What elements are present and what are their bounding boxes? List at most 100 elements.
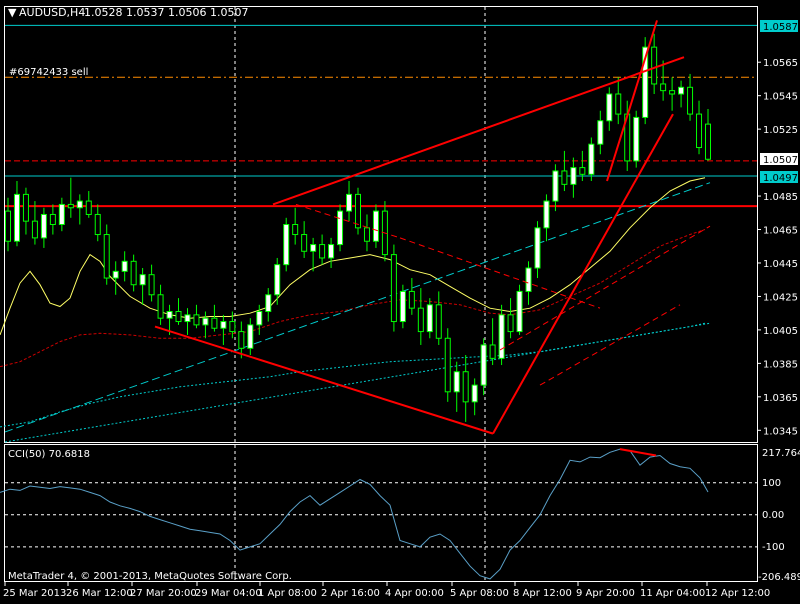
candle-body [238,331,245,349]
time-axis-label: 11 Apr 04:00 [640,588,705,599]
candle-body [67,203,74,209]
time-axis-label: 5 Apr 08:00 [450,588,509,599]
price-axis-label: 1.0465 [763,226,798,237]
candle-body [606,93,613,122]
candle-body [139,274,146,286]
price-axis-label: 1.0545 [763,92,798,103]
candle-body [40,213,47,239]
candle-body [292,224,299,236]
time-axis-label: 4 Apr 00:00 [385,588,444,599]
candle-body [184,314,191,323]
candle-body [426,304,433,333]
candle-body [31,220,38,239]
time-axis-label: 8 Apr 12:00 [513,588,572,599]
candle-body [256,311,263,326]
cci-axis-label: 217.7643 [762,448,800,459]
candle-body [597,120,604,145]
cci-axis-label: -100 [762,542,785,553]
price-tag-current: 1.0507 [763,155,798,166]
candle-body [5,210,11,242]
candle-body [319,244,326,259]
candle-body [588,143,595,175]
candle-body [220,321,227,329]
price-axis-label: 1.0485 [763,192,798,203]
candle-body [337,210,344,246]
cci-axis-label: 100 [762,478,781,489]
time-axis-label: 1 Apr 08:00 [258,588,317,599]
price-tag-top: 1.0587 [763,22,798,33]
candle-body [696,113,703,149]
candle-body [480,344,487,386]
candle-body [13,193,20,242]
price-axis-label: 1.0365 [763,393,798,404]
candle-body [85,200,92,215]
time-axis-label: 12 Apr 12:00 [705,588,770,599]
price-axis-label: 1.0405 [763,326,798,337]
candle-body [310,244,317,252]
candle-body [507,314,514,333]
candle-body [148,274,155,296]
candle-body [705,123,711,160]
price-axis-label: 1.0525 [763,125,798,136]
candle-body [76,200,83,209]
price-axis-label: 1.0445 [763,259,798,270]
candle-body [633,116,640,162]
candle-body [247,324,254,349]
candle-body [346,193,353,212]
price-axis-label: 1.0385 [763,359,798,370]
candle-body [399,290,406,323]
time-axis-label: 29 Mar 04:00 [195,588,262,599]
candle-body [283,224,290,266]
candle-body [579,167,586,175]
copyright-text: MetaTrader 4, © 2001-2013, MetaQuotes So… [8,571,292,582]
candle-body [58,203,65,226]
candle-body [678,86,685,95]
candle-body [265,294,272,312]
candle-body [157,294,164,319]
chart-title-arrow[interactable]: ▼ [8,6,17,19]
candle-body [121,260,128,272]
symbol-title: AUDUSD,H4 [19,6,85,19]
candle-body [552,170,559,202]
candle-body [669,90,676,95]
candle-body [462,371,469,403]
candle-body [372,210,379,242]
candle-body [408,290,415,309]
candle-body [570,167,577,185]
time-axis-label: 2 Apr 16:00 [321,588,380,599]
cci-axis-label: 0.00 [762,510,784,521]
price-axis-label: 1.0565 [763,58,798,69]
candle-body [274,264,281,296]
candle-body [435,304,442,339]
order-label: #69742433 sell [9,67,88,78]
candle-body [229,321,236,333]
candle-body [453,371,460,393]
chart-window: 1.0565 1.0545 1.0525 1.0485 1.0465 1.0445 1.04… [0,0,800,600]
time-axis-label: 27 Mar 20:00 [130,588,197,599]
candle-body [112,270,119,279]
price-axis-label: 1.0345 [763,426,798,437]
time-axis-label: 9 Apr 20:00 [576,588,635,599]
candle-body [94,213,101,236]
candle-body [363,227,370,242]
cci-label: CCI(50) 70.6818 [8,449,90,460]
candle-body [103,234,110,279]
candle-body [525,267,532,292]
candle-body [22,193,29,222]
candle-body [687,86,694,115]
candle-body [651,46,658,85]
candle-body [534,227,541,269]
price-chart[interactable]: 1.0565 1.0545 1.0525 1.0485 1.0465 1.0445 1.04… [0,0,800,600]
candle-body [471,384,478,403]
candle-body [390,254,397,323]
candle-body [489,344,496,359]
candle-body [561,170,568,185]
candle-body [49,213,56,225]
candle-body [444,337,451,393]
time-axis-label: 26 Mar 12:00 [66,588,133,599]
candle-body [175,311,182,323]
candle-body [166,311,173,319]
candle-body [498,314,505,359]
candle-body [543,200,550,229]
price-axis-label: 1.0425 [763,292,798,303]
